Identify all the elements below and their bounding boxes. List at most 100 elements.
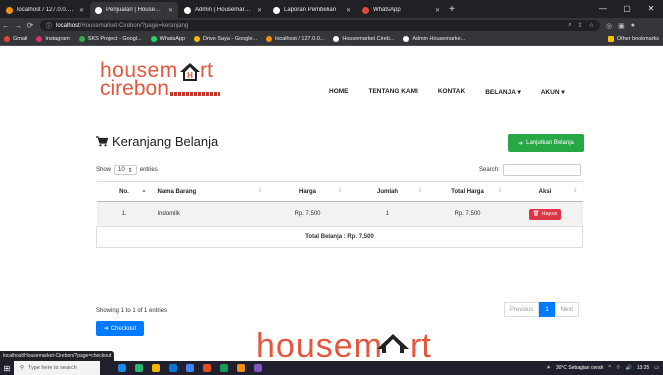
bookmark-label: Gmail (13, 36, 28, 42)
search-input[interactable] (502, 164, 581, 176)
bookmark-item[interactable]: Gmail (4, 36, 27, 42)
bookmark-item[interactable]: Instagram (36, 36, 70, 42)
table-row: 1. Indomilk Rp. 7.500 1 Rp. 7.500 🗑 Hapus (96, 201, 583, 227)
tab-close-icon[interactable]: ✕ (79, 7, 84, 14)
entries-select[interactable]: 10 ⇕ (114, 165, 137, 175)
taskbar-search-placeholder: Type here to search (28, 365, 77, 371)
col-header-qty[interactable]: Jumlah ⇕ (347, 181, 428, 202)
tray-chevron-icon[interactable]: ^ (608, 365, 610, 371)
cell-no: 1. (96, 201, 152, 227)
trash-icon: 🗑 (532, 211, 540, 217)
pager-previous[interactable]: Previous (504, 302, 540, 317)
bookmark-item[interactable]: WhatsApp (150, 36, 186, 42)
col-header-price[interactable]: Harga ⇕ (267, 181, 348, 202)
back-icon[interactable]: ← (0, 21, 12, 30)
taskbar-app-icon[interactable] (152, 364, 160, 372)
notification-icon[interactable]: ▭ (654, 365, 659, 371)
bookmark-favicon-icon (36, 36, 43, 42)
taskbar-app-icon[interactable] (203, 364, 211, 372)
web-page: housem H rt cirebon HOME TENTANG KAMI KO… (0, 46, 663, 365)
bookmarks-bar: Gmail Instagram SKS Project - Googl... What… (0, 33, 663, 46)
folder-icon (607, 36, 614, 42)
favicon-icon (184, 6, 191, 14)
bookmark-item[interactable]: Drive Saya - Google... (194, 36, 257, 42)
bookmark-item[interactable]: SKS Project - Googl... (78, 36, 142, 42)
taskbar-app-icon[interactable] (118, 364, 126, 372)
bookmark-item[interactable]: localhost / 127.0.0... (266, 36, 324, 42)
share-icon[interactable]: ⇪ (578, 22, 583, 29)
entries-value: 10 (118, 167, 125, 173)
sort-icon: ⇕ (498, 188, 503, 194)
tab-close-icon[interactable]: ✕ (168, 7, 173, 14)
nav-account[interactable]: AKUN ▾ (541, 88, 565, 96)
tab-close-icon[interactable]: ✕ (257, 7, 262, 14)
info-icon[interactable]: ⓘ (46, 21, 52, 30)
taskbar-app-icon[interactable] (169, 364, 177, 372)
url-input[interactable]: ⓘ localhost/Housemarket-Cirebon/?page=ke… (40, 20, 600, 31)
nav-about[interactable]: TENTANG KAMI (369, 88, 418, 96)
browser-tab[interactable]: localhost / 127.0.0.1 / buhan ✕ (1, 2, 89, 18)
bookmark-star-icon[interactable]: ☆ (589, 22, 594, 29)
col-header-total[interactable]: Total Harga ⇕ (427, 181, 508, 202)
logo-text-2: rt (200, 59, 213, 82)
bookmark-label: Housemarket Cireb... (342, 36, 395, 42)
nav-shop[interactable]: BELANJA ▾ (485, 88, 521, 96)
taskbar-app-icon[interactable] (135, 364, 143, 372)
tab-close-icon[interactable]: ✕ (346, 7, 351, 14)
taskbar-app-icon[interactable] (254, 364, 262, 372)
browser-tab[interactable]: Penjualan | Housemarket Cire ✕ (90, 2, 178, 18)
nav-contact[interactable]: KONTAK (438, 88, 465, 96)
bookmark-favicon-icon (333, 36, 340, 42)
network-icon[interactable]: ⌔ (616, 365, 621, 371)
browser-tab[interactable]: Laporan Pembelian ✕ (268, 2, 356, 18)
clock[interactable]: 13:25 (637, 365, 650, 371)
pager-page-1[interactable]: 1 (539, 302, 555, 317)
taskbar-app-icon[interactable] (186, 364, 194, 372)
house-logo-icon: H (180, 63, 200, 81)
delete-button[interactable]: 🗑 Hapus (528, 208, 562, 220)
site-logo[interactable]: housem H rt cirebon (100, 59, 230, 100)
bookmark-label: WhatsApp (159, 36, 186, 42)
url-host: localhost (56, 22, 80, 29)
checkout-button[interactable]: ➜ Checkout (96, 321, 144, 336)
other-bookmarks[interactable]: Other bookmarks (607, 36, 659, 42)
extensions-icon[interactable]: ◎ (606, 22, 612, 30)
bookmark-item[interactable]: Admin Housemarke... (403, 36, 465, 42)
bookmark-item[interactable]: Housemarket Cireb... (333, 36, 394, 42)
sidepanel-icon[interactable]: ▣ (618, 22, 625, 30)
pager-next[interactable]: Next (554, 302, 580, 317)
col-header-action[interactable]: Aksi ⇕ (507, 181, 583, 202)
pagination: Previous 1 Next (504, 302, 580, 317)
nav-home[interactable]: HOME (329, 88, 349, 96)
zoom-icon[interactable]: ⌕ (568, 22, 571, 29)
maximize-button[interactable]: ▢ (615, 0, 639, 18)
cell-action: 🗑 Hapus (507, 201, 583, 227)
close-button[interactable]: ✕ (639, 0, 663, 18)
profile-icon[interactable]: ● (631, 22, 635, 30)
browser-tab[interactable]: Admin | Housemarket Cirebo ✕ (179, 2, 267, 18)
taskbar: ⊞ ⚲ Type here to search ☀ 30°C Sebagian … (0, 361, 663, 375)
cart-table: No. ▲ Nama Barang ⇕ Harga ⇕ Jumlah ⇕ Total H… (96, 181, 583, 248)
table-header-row: No. ▲ Nama Barang ⇕ Harga ⇕ Jumlah ⇕ Total H… (96, 181, 583, 202)
volume-icon[interactable]: 🔊 (626, 365, 632, 371)
search-icon: ⚲ (20, 365, 25, 371)
forward-icon[interactable]: → (12, 21, 24, 30)
taskbar-app-icon[interactable] (237, 364, 245, 372)
taskbar-search[interactable]: ⚲ Type here to search (14, 361, 100, 375)
new-tab-button[interactable]: + (445, 2, 459, 18)
footer-house-icon (377, 334, 409, 353)
windows-start-icon[interactable]: ⊞ (0, 364, 14, 373)
show-label: Show (96, 167, 112, 173)
browser-tab[interactable]: WhatsApp ✕ (357, 2, 445, 18)
page-title-text: Keranjang Belanja (112, 134, 219, 149)
cell-total: Rp. 7.500 (427, 201, 508, 227)
col-header-name[interactable]: Nama Barang ⇕ (151, 181, 268, 202)
continue-shopping-button[interactable]: ➜ Lanjutkan Belanja (508, 134, 584, 152)
col-header-no[interactable]: No. ▲ (96, 181, 152, 202)
reload-icon[interactable]: ⟳ (24, 21, 36, 30)
address-bar: ← → ⟳ ⓘ localhost/Housemarket-Cirebon/?p… (0, 18, 663, 33)
tab-close-icon[interactable]: ✕ (435, 7, 440, 14)
taskbar-app-icon[interactable] (220, 364, 228, 372)
minimize-button[interactable]: — (591, 0, 615, 18)
entries-length-control: Show 10 ⇕ entries (96, 165, 158, 175)
